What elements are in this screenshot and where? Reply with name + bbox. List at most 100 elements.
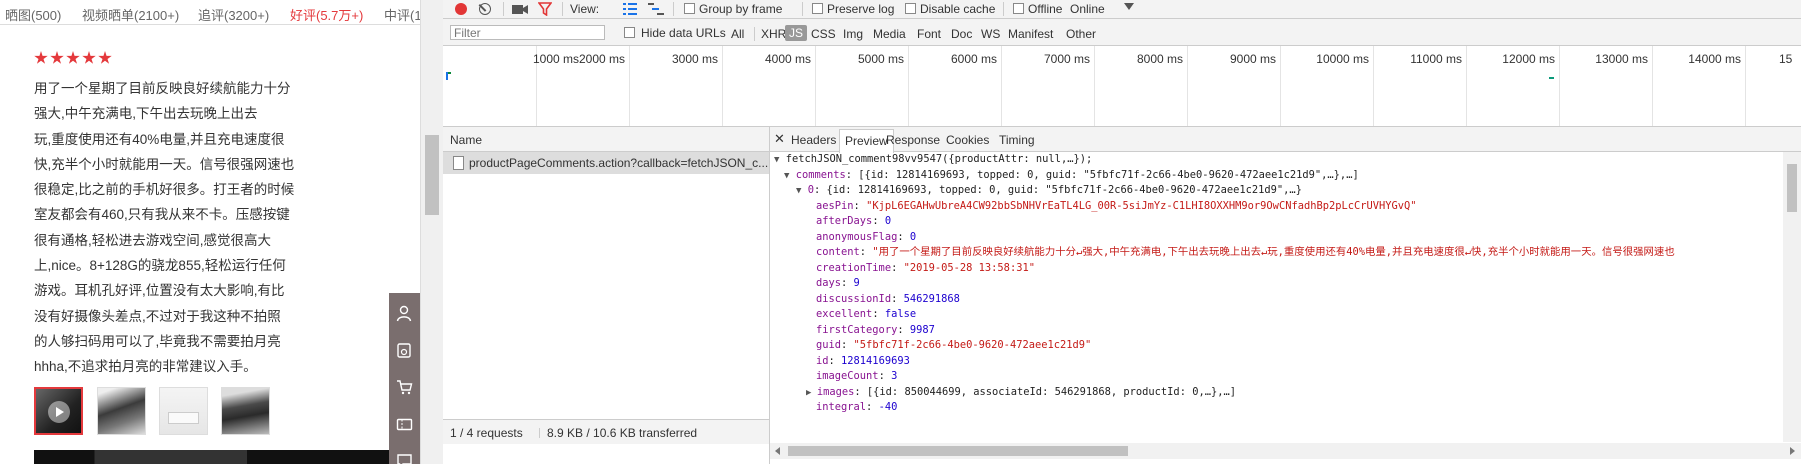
json-value: 9 xyxy=(853,277,860,289)
json-value: -40 xyxy=(878,401,898,413)
preserve-log-label: Preserve log xyxy=(827,2,895,16)
close-icon[interactable]: ✕ xyxy=(774,131,785,147)
json-value: 0 xyxy=(909,230,917,243)
expanded-triangle-icon[interactable]: ▼ xyxy=(796,186,801,196)
card-button[interactable] xyxy=(389,333,420,369)
json-colon: : xyxy=(841,277,854,289)
coupon-button[interactable] xyxy=(389,407,420,443)
json-comments-line[interactable]: ▼ comments: [{id: 12814169693, topped: 0… xyxy=(784,168,1359,185)
review-line: 游戏。耳机孔好评,位置没有太大影响,有比 xyxy=(34,283,285,299)
type-all[interactable]: All xyxy=(731,27,744,41)
review-line: 的人够扫码用可以了,毕竟我不需要拍月亮 xyxy=(34,333,281,349)
network-overview-timeline[interactable]: 1000 ms 2000 ms 3000 ms 4000 ms 5000 ms … xyxy=(443,46,1801,127)
group-by-frame-checkbox[interactable] xyxy=(684,3,695,14)
scrollbar-thumb[interactable] xyxy=(1787,164,1797,212)
review-image-thumbnail[interactable] xyxy=(159,387,208,435)
timeline-gridline xyxy=(815,46,816,126)
review-video-thumbnail[interactable] xyxy=(34,387,83,435)
json-value: 546291868 xyxy=(903,292,960,305)
tab-positive[interactable]: 好评(5.7万+) xyxy=(290,5,363,24)
preview-vertical-scrollbar[interactable] xyxy=(1783,152,1801,442)
chat-icon xyxy=(397,454,412,464)
tab-video[interactable]: 视频晒单(2100+) xyxy=(82,5,179,24)
filter-funnel-icon[interactable] xyxy=(538,2,552,16)
json-item-line[interactable]: ▼ 0: {id: 12814169693, topped: 0, guid: … xyxy=(796,183,1302,200)
json-field-row[interactable]: ▶ images: [{id: 850044699, associateId: … xyxy=(806,385,1236,402)
json-value: 0 xyxy=(884,215,892,227)
tab-timing[interactable]: Timing xyxy=(999,133,1035,147)
tab-followup[interactable]: 追评(3200+) xyxy=(198,5,269,24)
throttling-select[interactable]: Online xyxy=(1070,2,1105,16)
page-scrollbar[interactable] xyxy=(420,0,443,464)
tab-photos[interactable]: 晒图(500) xyxy=(5,5,61,24)
expanded-triangle-icon[interactable]: ▼ xyxy=(784,171,789,181)
user-button[interactable] xyxy=(389,296,420,332)
tab-headers[interactable]: Headers xyxy=(791,133,836,147)
type-media[interactable]: Media xyxy=(873,27,906,41)
type-css[interactable]: CSS xyxy=(811,27,836,41)
type-img[interactable]: Img xyxy=(843,27,863,41)
waterfall-view-icon[interactable] xyxy=(648,3,664,15)
type-font[interactable]: Font xyxy=(917,27,941,41)
timeline-gridline xyxy=(1187,46,1188,126)
collapsed-triangle-icon[interactable]: ▶ xyxy=(806,388,817,398)
json-field-row: days: 9 xyxy=(816,276,860,292)
json-value: "用了一个星期了目前反映良好续航能力十分↵强大,中午充满电,下午出去玩晚上出去↵… xyxy=(872,246,1675,258)
expanded-triangle-icon[interactable]: ▼ xyxy=(774,155,779,165)
chevron-down-icon[interactable] xyxy=(1124,3,1134,10)
type-doc[interactable]: Doc xyxy=(951,27,972,41)
timeline-gridline xyxy=(1652,46,1653,126)
timeline-tick-label: 11000 ms xyxy=(1410,52,1462,66)
json-colon: : xyxy=(897,323,910,336)
video-bar xyxy=(34,450,389,464)
json-value: 9987 xyxy=(909,323,935,336)
tab-response[interactable]: Response xyxy=(886,133,940,147)
review-line: 没有好摄像头差点,不过对于我这种不拍照 xyxy=(34,308,281,324)
product-review-page: 晒图(500) 视频晒单(2100+) 追评(3200+) 好评(5.7万+) … xyxy=(0,0,420,464)
preview-horizontal-scrollbar[interactable] xyxy=(770,443,1801,459)
scrollbar-thumb[interactable] xyxy=(788,446,1128,456)
request-row[interactable]: productPageComments.action?callback=fetc… xyxy=(443,152,769,174)
json-colon: : xyxy=(872,308,885,320)
timeline-gridline xyxy=(722,46,723,126)
star-rating xyxy=(34,51,114,67)
hide-data-urls-checkbox[interactable] xyxy=(624,27,635,38)
review-image-thumbnail[interactable] xyxy=(97,387,146,435)
json-key: discussionId xyxy=(816,292,892,305)
json-key: guid xyxy=(816,339,842,351)
name-column-header[interactable]: Name xyxy=(450,133,482,147)
timeline-tick-label: 6000 ms xyxy=(950,52,997,66)
screenshot-camera-icon[interactable] xyxy=(512,3,528,15)
cart-button[interactable] xyxy=(389,370,420,406)
json-root-line[interactable]: ▼ fetchJSON_comment98vv9547({productAttr… xyxy=(774,152,1092,169)
star-icon xyxy=(98,51,112,64)
scroll-right-arrow-icon[interactable] xyxy=(1790,447,1795,455)
type-xhr[interactable]: XHR xyxy=(761,27,786,41)
offline-checkbox[interactable] xyxy=(1013,3,1024,14)
json-field-row: integral: -40 xyxy=(816,400,897,416)
json-colon: : xyxy=(897,230,910,243)
review-image-thumbnail[interactable] xyxy=(221,387,270,435)
type-ws[interactable]: WS xyxy=(981,27,1000,41)
tab-cookies[interactable]: Cookies xyxy=(946,133,989,147)
message-button[interactable] xyxy=(389,444,420,464)
record-icon[interactable] xyxy=(455,3,467,15)
type-js[interactable]: JS xyxy=(785,25,808,41)
preserve-log-checkbox[interactable] xyxy=(812,3,823,14)
disable-cache-checkbox[interactable] xyxy=(905,3,916,14)
type-other[interactable]: Other xyxy=(1066,27,1096,41)
scrollbar-thumb[interactable] xyxy=(425,135,439,215)
review-filter-tabs: 晒图(500) 视频晒单(2100+) 追评(3200+) 好评(5.7万+) … xyxy=(0,0,420,25)
json-key: integral xyxy=(816,401,867,413)
json-colon: : xyxy=(828,354,842,367)
json-field-row: aesPin: "KjpL6EGAHwUbreA4CW92bbSbNHVrEaT… xyxy=(816,199,1417,215)
json-field-row: imageCount: 3 xyxy=(816,369,897,385)
json-key: excellent xyxy=(816,308,873,320)
type-manifest[interactable]: Manifest xyxy=(1008,27,1053,41)
list-view-icon[interactable] xyxy=(623,3,637,15)
scroll-left-arrow-icon[interactable] xyxy=(775,447,780,455)
tab-neutral[interactable]: 中评(1 xyxy=(384,5,420,24)
devtools-network-panel: View: Group by frame Preserve log Disabl… xyxy=(443,0,1801,464)
filter-input[interactable] xyxy=(450,25,605,40)
timeline-tick-label: 14000 ms xyxy=(1688,52,1741,66)
